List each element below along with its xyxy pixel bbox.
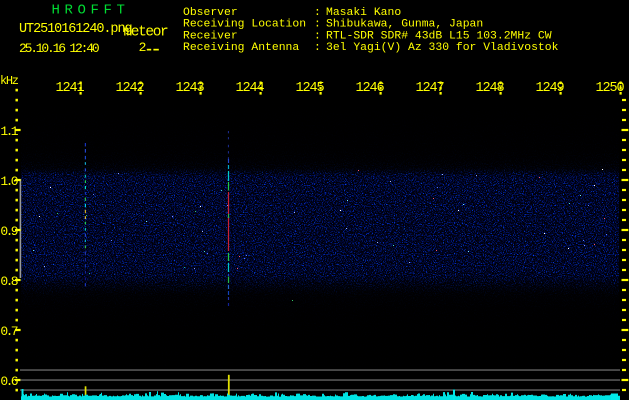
svg-text:Receiving Location:Shibukawa,: Receiving Location:Shibukawa, Gunma, Jap… (183, 19, 483, 31)
svg-text:UT2510161240.png: UT2510161240.png (19, 22, 132, 37)
svg-text:0.7: 0.7 (0, 324, 17, 339)
svg-text:Receiving Antenna:3el Yagi(V): Receiving Antenna:3el Yagi(V) Az 330 for… (183, 42, 559, 54)
svg-text:25.10.16 12:40: 25.10.16 12:40 (19, 41, 99, 56)
svg-text:0.6: 0.6 (0, 374, 17, 389)
svg-text:kHz: kHz (0, 74, 19, 88)
svg-text:H R O F F T: H R O F F T (52, 3, 125, 19)
svg-text:2: 2 (139, 40, 147, 55)
svg-text:1.0: 1.0 (0, 174, 17, 189)
svg-text:0.9: 0.9 (0, 224, 17, 239)
svg-text:0.8: 0.8 (0, 274, 17, 289)
svg-text:meteor: meteor (124, 25, 169, 41)
